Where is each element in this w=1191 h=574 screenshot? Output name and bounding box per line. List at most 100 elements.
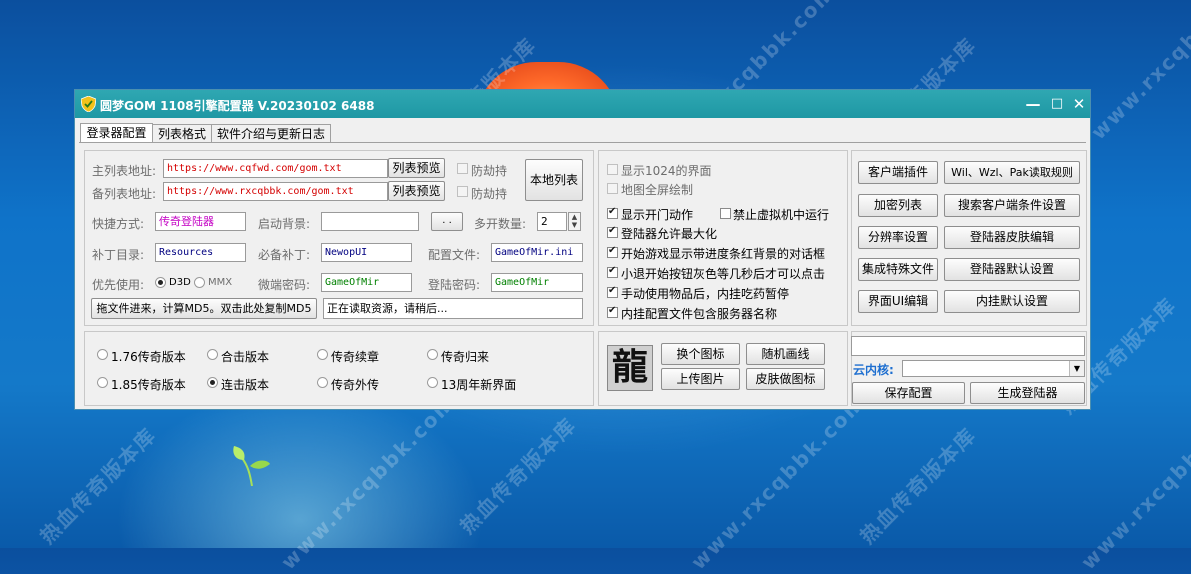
mmx-label: MMX	[208, 277, 233, 288]
version-radio[interactable]	[97, 377, 108, 388]
client-plugin-button[interactable]: 客户端插件	[858, 161, 938, 184]
title-bar[interactable]: 圆梦GOM 1108引擎配置器 V.20230102 6488 — □ ✕	[75, 90, 1090, 118]
tab-divider	[79, 142, 1086, 143]
mmx-radio[interactable]	[194, 277, 205, 288]
backup-list-label: 备列表地址:	[92, 187, 157, 201]
version-label: 合击版本	[221, 350, 270, 364]
maximize-button[interactable]: □	[1045, 93, 1069, 115]
version-label: 13周年新界面	[441, 378, 517, 392]
version-radio[interactable]	[317, 349, 328, 360]
multi-open-spinner[interactable]: ▲ ▼	[568, 212, 581, 231]
save-config-button[interactable]: 保存配置	[852, 382, 965, 404]
d3d-radio[interactable]	[155, 277, 166, 288]
option-label: 显示1024的界面	[621, 164, 712, 178]
option-label: 地图全屏绘制	[621, 183, 694, 197]
option-checkbox[interactable]	[607, 206, 618, 219]
vm-option-checkbox[interactable]	[720, 208, 731, 219]
version-radio[interactable]	[427, 349, 438, 360]
config-file-input[interactable]: GameOfMir.ini	[491, 243, 583, 262]
status-text: 正在读取资源，请稍后...	[323, 298, 583, 319]
resolution-button[interactable]: 分辨率设置	[858, 226, 938, 249]
main-list-url-input[interactable]: https://www.cqfwd.com/gom.txt	[163, 159, 388, 178]
config-file-label: 配置文件:	[428, 248, 481, 262]
browse-bg-button[interactable]: . .	[431, 212, 463, 231]
option-checkbox[interactable]	[607, 225, 618, 238]
option-checkbox[interactable]	[607, 245, 618, 258]
backup-anti-hijack-label: 防劫持	[471, 187, 508, 201]
option-label: 登陆器允许最大化	[621, 227, 718, 241]
priority-label: 优先使用:	[92, 278, 145, 292]
required-patch-input[interactable]: NewopUI	[321, 243, 412, 262]
special-files-button[interactable]: 集成特殊文件	[858, 258, 938, 281]
shield-icon	[81, 96, 96, 112]
skin-icon-button[interactable]: 皮肤做图标	[746, 368, 825, 390]
shortcut-input[interactable]: 传奇登陆器	[155, 212, 246, 231]
random-draw-button[interactable]: 随机画线	[746, 343, 825, 365]
multi-open-label: 多开数量:	[474, 217, 527, 231]
tab-login-config[interactable]: 登录器配置	[80, 123, 153, 143]
spin-up-icon[interactable]: ▲	[569, 213, 580, 221]
option-checkbox[interactable]	[607, 164, 618, 175]
micro-pwd-input[interactable]: GameOfMir	[321, 273, 412, 292]
tab-intro-changelog[interactable]: 软件介绍与更新日志	[211, 124, 331, 143]
option-label: 手动使用物品后，内挂吃药暂停	[621, 287, 790, 301]
watermark-text: 热血传奇版本库	[35, 422, 161, 549]
option-label: 显示开门动作	[621, 208, 694, 222]
search-client-button[interactable]: 搜索客户端条件设置	[944, 194, 1080, 217]
version-radio[interactable]	[427, 377, 438, 388]
app-window: 圆梦GOM 1108引擎配置器 V.20230102 6488 — □ ✕ 登录…	[74, 89, 1091, 410]
tab-list-format[interactable]: 列表格式	[152, 124, 212, 143]
cloud-core-select[interactable]: ▼	[902, 360, 1085, 377]
version-radio[interactable]	[207, 377, 218, 388]
micro-pwd-label: 微端密码:	[258, 278, 311, 292]
watermark-url: www.rxcqbbk.com	[686, 389, 871, 574]
wallpaper-sprout	[233, 446, 270, 486]
cloud-core-label: 云内核:	[853, 363, 894, 377]
version-label: 传奇外传	[331, 378, 380, 392]
login-pwd-input[interactable]: GameOfMir	[491, 273, 583, 292]
cloud-core-display	[851, 336, 1085, 356]
option-label: 开始游戏显示带进度条红背景的对话框	[621, 247, 826, 261]
patch-dir-input[interactable]: Resources	[155, 243, 246, 262]
ui-editor-button[interactable]: 界面UI编辑	[858, 290, 938, 313]
plugin-defaults-button[interactable]: 内挂默认设置	[944, 290, 1080, 313]
option-checkbox[interactable]	[607, 285, 618, 298]
version-label: 传奇归来	[441, 350, 490, 364]
backup-list-url-input[interactable]: https://www.rxcqbbk.com/gom.txt	[163, 182, 388, 201]
local-list-button[interactable]: 本地列表	[525, 159, 583, 201]
skin-edit-button[interactable]: 登陆器皮肤编辑	[944, 226, 1080, 249]
backup-list-preview-button[interactable]: 列表预览	[388, 181, 445, 201]
vm-option-label: 禁止虚拟机中运行	[733, 208, 830, 222]
default-settings-button[interactable]: 登陆器默认设置	[944, 258, 1080, 281]
minimize-button[interactable]: —	[1021, 93, 1045, 115]
close-button[interactable]: ✕	[1067, 93, 1091, 115]
main-list-preview-button[interactable]: 列表预览	[388, 158, 445, 178]
read-rules-button[interactable]: Wil、Wzl、Pak读取规则	[944, 161, 1080, 184]
watermark-url: www.rxcqbbk.com	[276, 389, 461, 574]
backup-anti-hijack-checkbox[interactable]	[457, 186, 468, 197]
upload-image-button[interactable]: 上传图片	[661, 368, 740, 390]
patch-dir-label: 补丁目录:	[92, 248, 145, 262]
version-radio[interactable]	[97, 349, 108, 360]
option-checkbox[interactable]	[607, 265, 618, 278]
main-anti-hijack-label: 防劫持	[471, 164, 508, 178]
option-checkbox[interactable]	[607, 183, 618, 194]
md5-button[interactable]: 拖文件进来，计算MD5。双击此处复制MD5	[91, 298, 317, 319]
spin-down-icon[interactable]: ▼	[569, 221, 580, 229]
watermark-url: www.rxcqbbk.com	[1086, 0, 1191, 145]
version-radio[interactable]	[207, 349, 218, 360]
generate-launcher-button[interactable]: 生成登陆器	[970, 382, 1085, 404]
version-label: 1.85传奇版本	[111, 378, 186, 392]
option-label: 内挂配置文件包含服务器名称	[621, 307, 778, 321]
startup-bg-input[interactable]	[321, 212, 419, 231]
main-list-label: 主列表地址:	[92, 164, 157, 178]
option-checkbox[interactable]	[607, 305, 618, 318]
d3d-label: D3D	[169, 277, 191, 288]
watermark-text: 热血传奇版本库	[455, 412, 581, 539]
chevron-down-icon[interactable]: ▼	[1069, 361, 1084, 376]
main-anti-hijack-checkbox[interactable]	[457, 163, 468, 174]
change-icon-button[interactable]: 换个图标	[661, 343, 740, 365]
encrypt-list-button[interactable]: 加密列表	[858, 194, 938, 217]
multi-open-input[interactable]: 2	[537, 212, 567, 231]
version-radio[interactable]	[317, 377, 328, 388]
